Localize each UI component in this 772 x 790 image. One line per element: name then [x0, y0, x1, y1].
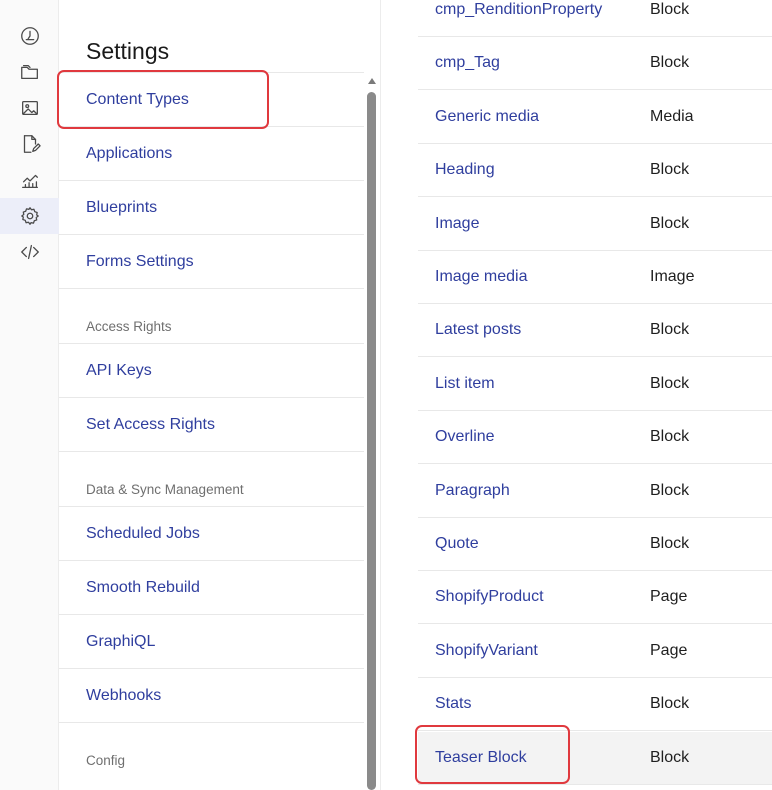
code-icon	[20, 244, 39, 260]
content-type-kind: Image	[650, 268, 695, 285]
content-type-kind: Block	[650, 748, 690, 766]
content-types-table: cmp_RenditionProperty Block cmp_Tag Block Ge…	[418, 0, 772, 790]
teaser-block-highlight	[415, 725, 570, 784]
settings-nav-item[interactable]: Scheduled Jobs	[59, 506, 364, 560]
content-type-kind: Block	[650, 695, 690, 713]
content-type-name-link[interactable]: Overline	[435, 428, 495, 446]
content-type-name-link[interactable]: ShopifyProduct	[435, 588, 544, 606]
content-type-kind: Block	[650, 1, 690, 18]
content-type-name-link[interactable]: Image media	[435, 268, 528, 286]
settings-nav-item[interactable]: Applications	[59, 126, 364, 180]
content-type-name-link[interactable]: Image	[435, 215, 479, 233]
table-row[interactable]: Image media Image	[418, 251, 772, 304]
content-types-highlight	[57, 70, 269, 129]
settings-nav-item[interactable]: Smooth Rebuild	[59, 560, 364, 614]
settings-nav-item[interactable]: GraphiQL	[59, 614, 364, 668]
content-type-name-link[interactable]: Quote	[435, 535, 479, 553]
settings-button[interactable]	[0, 198, 59, 234]
content-type-name-link[interactable]: Heading	[435, 161, 495, 179]
table-row[interactable]: List item Block	[418, 358, 772, 411]
settings-group-heading: Data & Sync Management	[59, 451, 364, 506]
table-row[interactable]: Quote Block	[418, 518, 772, 571]
table-row[interactable]: Stats Block	[418, 678, 772, 732]
scroll-up-arrow-icon[interactable]	[368, 78, 376, 84]
table-row[interactable]: Paragraph Block	[418, 465, 772, 518]
content-type-name-link[interactable]: List item	[435, 375, 495, 393]
table-row[interactable]: cmp_RenditionProperty Block	[418, 0, 772, 37]
settings-nav-item[interactable]: Blueprints	[59, 180, 364, 234]
content-type-kind: Block	[650, 54, 690, 72]
dashboard-button[interactable]	[0, 18, 59, 54]
content-type-name-link[interactable]: Paragraph	[435, 482, 510, 500]
table-row[interactable]: ShopifyProduct Page	[418, 571, 772, 625]
content-type-name-link[interactable]: Generic media	[435, 108, 539, 126]
content-type-kind: Block	[650, 374, 690, 392]
table-row[interactable]: cmp_Tag Block	[418, 37, 772, 91]
content-type-name-link[interactable]: ShopifyVariant	[435, 642, 538, 660]
media-button[interactable]	[0, 90, 59, 126]
content-button[interactable]	[0, 126, 59, 162]
content-type-name-link[interactable]: cmp_Tag	[435, 54, 500, 72]
content-type-kind: Block	[650, 214, 690, 232]
content-type-kind: Block	[650, 321, 690, 339]
table-row[interactable]: Generic media Media	[418, 91, 772, 144]
scroll-thumb[interactable]	[367, 92, 376, 790]
settings-title: Settings	[86, 38, 170, 64]
settings-nav-item[interactable]: API Keys	[59, 343, 364, 397]
content-type-kind: Block	[650, 428, 690, 446]
settings-nav-item[interactable]: Webhooks	[59, 668, 364, 722]
settings-nav-item[interactable]: Forms Settings	[59, 234, 364, 288]
folders-button[interactable]	[0, 54, 59, 90]
table-row[interactable]: ShopifyVariant Page	[418, 625, 772, 678]
content-type-kind: Page	[650, 588, 688, 606]
settings-group-heading: Config	[59, 722, 364, 787]
developer-button[interactable]	[0, 234, 59, 270]
table-row[interactable]: Overline Block	[418, 411, 772, 465]
content-type-name-link[interactable]: Latest posts	[435, 321, 521, 339]
icon-rail	[0, 0, 59, 790]
settings-nav: Content Types Applications Blueprints Forms…	[59, 72, 364, 787]
settings-group-heading: Access Rights	[59, 288, 364, 343]
content-type-kind: Block	[650, 535, 690, 552]
content-type-kind: Block	[650, 481, 690, 499]
edit-document-icon	[23, 135, 41, 153]
content-type-kind: Media	[650, 107, 694, 125]
content-type-kind: Block	[650, 161, 690, 179]
content-type-kind: Page	[650, 641, 688, 659]
dashboard-icon	[20, 27, 39, 45]
table-row[interactable]: Image Block	[418, 198, 772, 251]
folder-icon	[20, 64, 38, 80]
content-type-name-link[interactable]: Stats	[435, 695, 471, 713]
image-icon	[21, 100, 38, 116]
table-row[interactable]: Heading Block	[418, 144, 772, 198]
analytics-icon	[21, 174, 38, 188]
settings-scrollbar[interactable]	[366, 78, 378, 790]
content-type-name-link[interactable]: cmp_RenditionProperty	[435, 1, 602, 19]
analytics-button[interactable]	[0, 162, 59, 198]
gear-icon	[20, 207, 39, 225]
settings-nav-item[interactable]: Set Access Rights	[59, 397, 364, 451]
table-row[interactable]: Latest posts Block	[418, 304, 772, 358]
